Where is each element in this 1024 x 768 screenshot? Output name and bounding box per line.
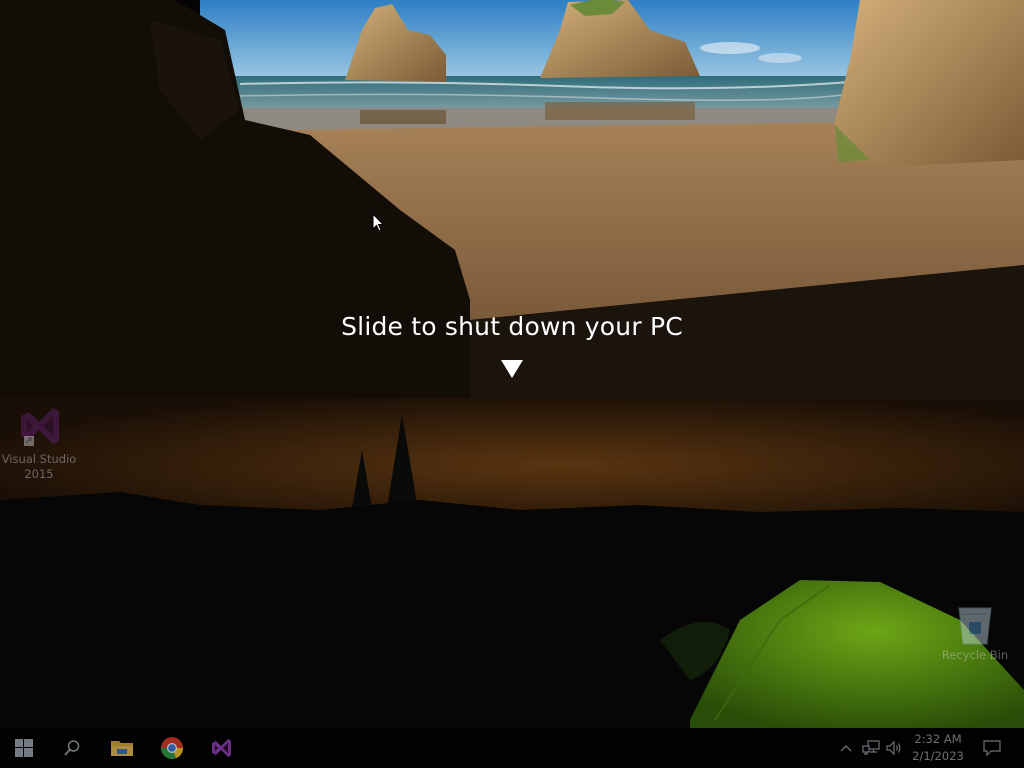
chevron-up-icon	[840, 745, 852, 752]
windows-logo-icon	[15, 739, 33, 757]
desktop-icon-label: Visual Studio	[1, 452, 77, 466]
file-explorer-button[interactable]	[98, 728, 146, 768]
clock-date: 2/1/2023	[912, 749, 964, 763]
desktop-icon-recycle-bin[interactable]: Recycle Bin	[935, 602, 1015, 663]
network-button[interactable]	[860, 728, 882, 768]
start-button[interactable]	[0, 728, 48, 768]
taskbar: 2:32 AM 2/1/2023	[0, 728, 1024, 768]
volume-button[interactable]	[884, 728, 904, 768]
desktop-icon-label: Recycle Bin	[941, 648, 1009, 662]
taskbar-clock[interactable]: 2:32 AM 2/1/2023	[908, 731, 968, 765]
chrome-icon	[161, 737, 184, 760]
recycle-bin-icon	[958, 607, 992, 645]
shutdown-message: Slide to shut down your PC	[341, 312, 683, 341]
visual-studio-icon	[212, 739, 231, 757]
down-triangle-icon[interactable]	[501, 360, 523, 378]
clock-time: 2:32 AM	[914, 732, 962, 746]
folder-icon	[111, 741, 133, 756]
mouse-cursor-icon	[372, 213, 384, 232]
slide-to-shutdown-panel[interactable]: Slide to shut down your PC	[0, 0, 1024, 400]
network-icon	[862, 740, 880, 755]
show-hidden-icons-button[interactable]	[838, 728, 854, 768]
visual-studio-icon	[21, 408, 59, 446]
desktop-icon-label-line2: 2015	[24, 467, 54, 481]
volume-icon	[886, 741, 901, 755]
action-center-icon	[983, 740, 1001, 756]
visual-studio-taskbar-button[interactable]	[197, 728, 245, 768]
search-icon	[64, 740, 80, 756]
desktop-icon-visual-studio[interactable]: Visual Studio 2015	[0, 402, 79, 482]
action-center-button[interactable]	[976, 728, 1008, 768]
chrome-button[interactable]	[148, 728, 196, 768]
search-button[interactable]	[48, 728, 96, 768]
